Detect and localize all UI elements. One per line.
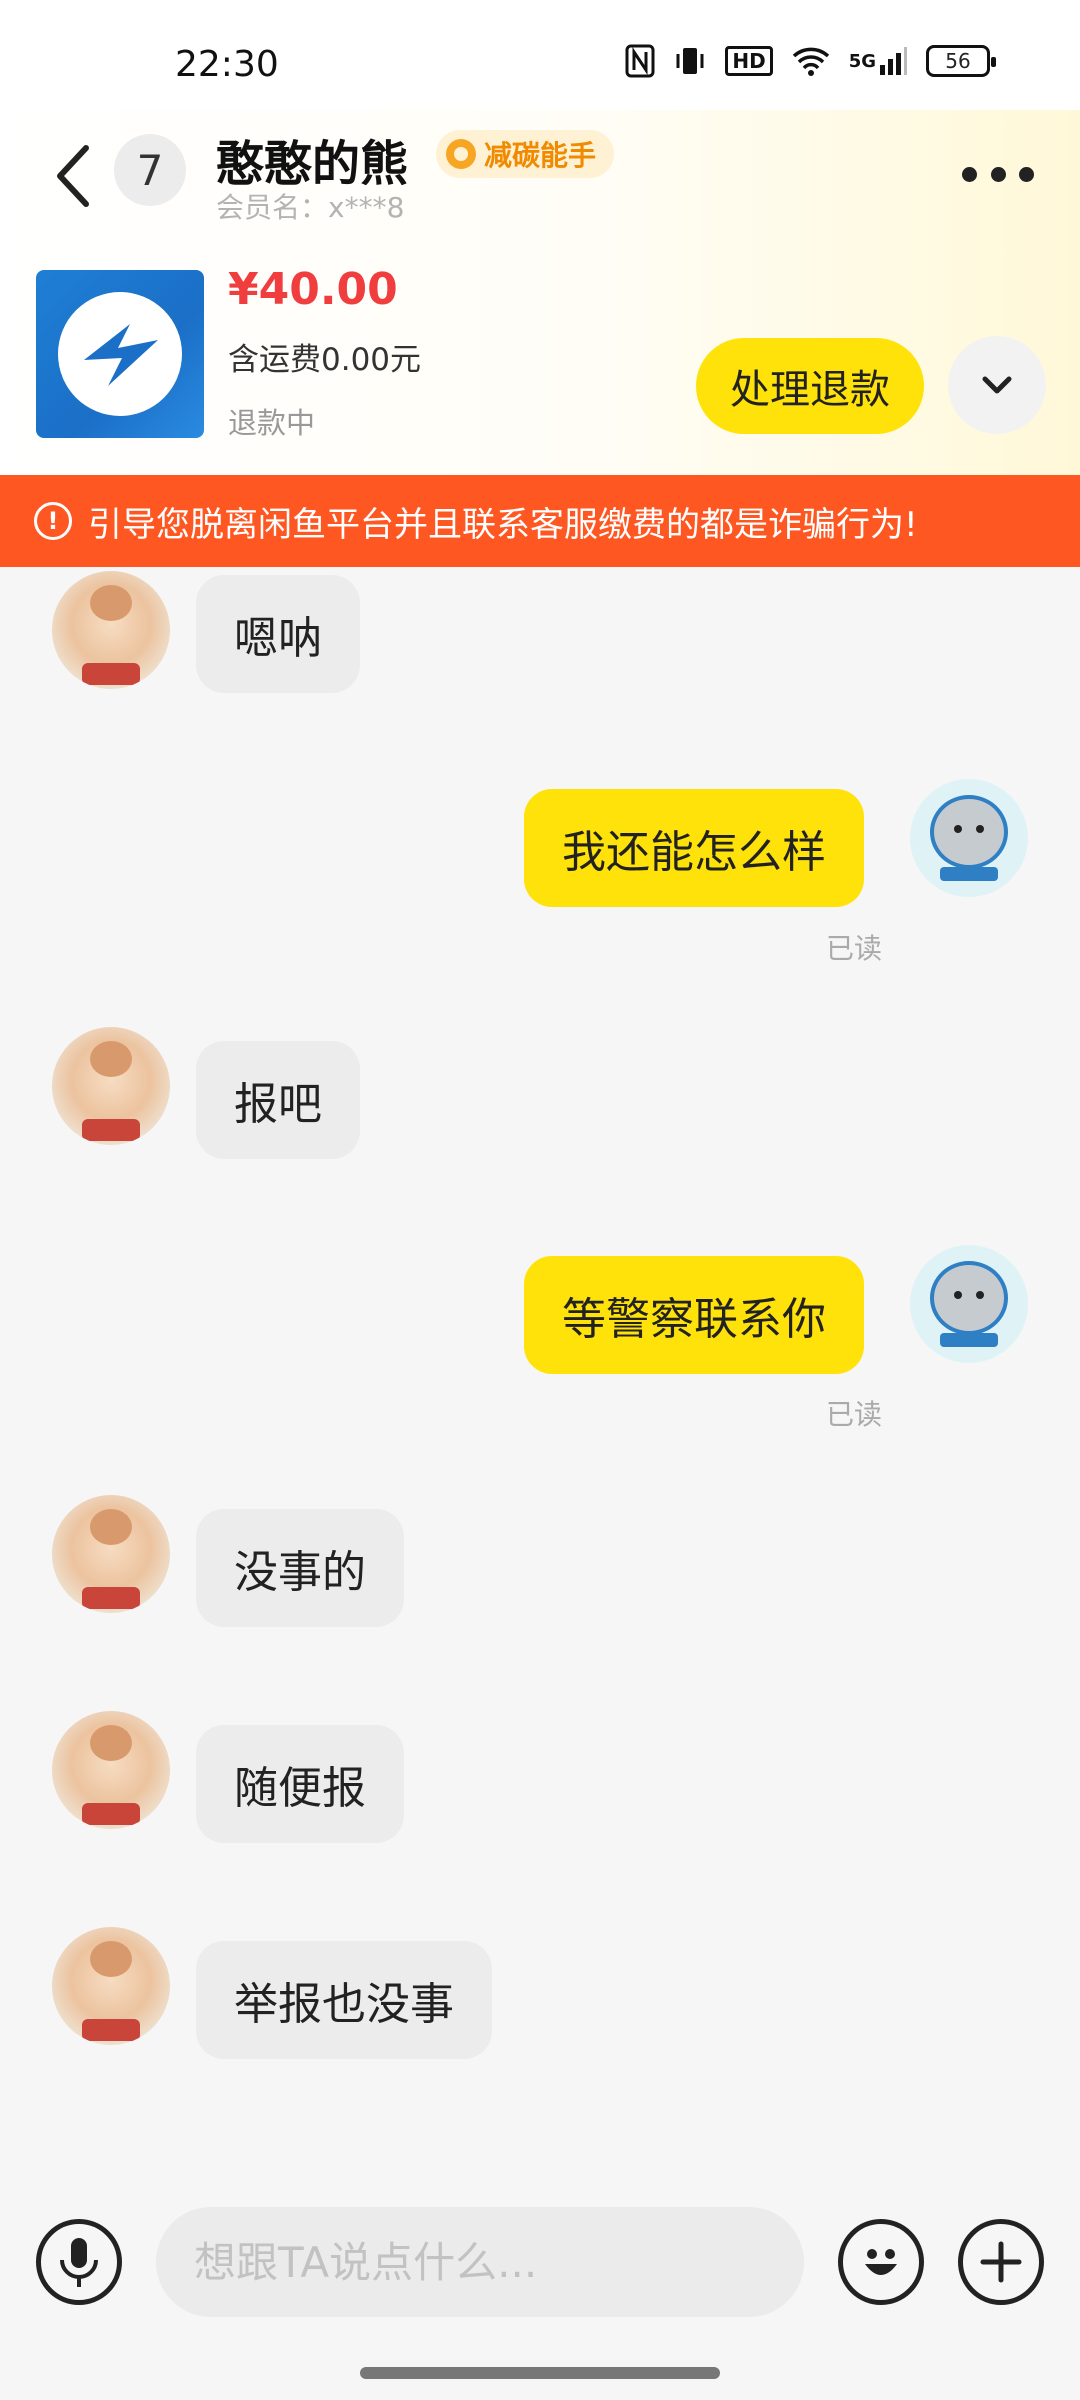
avatar-base: [940, 1333, 998, 1347]
handle-refund-button[interactable]: 处理退款: [696, 338, 924, 434]
microphone-icon: [60, 2238, 98, 2287]
home-indicator[interactable]: [360, 2367, 720, 2379]
plus-icon: [980, 2241, 1022, 2283]
message-bubble-outgoing[interactable]: 等警察联系你: [524, 1256, 864, 1374]
network-type-label: 5G: [848, 50, 876, 72]
fraud-warning-text: 引导您脱离闲鱼平台并且联系客服缴费的都是诈骗行为!: [88, 504, 918, 545]
message-bubble-incoming[interactable]: 随便报: [196, 1725, 404, 1843]
status-icons: HD 5G 56: [625, 44, 996, 78]
hd-icon: HD: [725, 46, 773, 76]
my-avatar[interactable]: [910, 779, 1028, 897]
dot-icon: [1019, 166, 1034, 182]
avatar-cat: [930, 1261, 1008, 1335]
add-button[interactable]: [958, 2219, 1044, 2305]
avatar-face: [90, 1509, 132, 1545]
dot-icon: [990, 166, 1006, 182]
avatar-shorts: [82, 1119, 140, 1141]
avatar-eye: [954, 1291, 962, 1299]
message-bubble-incoming[interactable]: 嗯呐: [196, 575, 360, 693]
read-status: 已读: [826, 1398, 883, 1431]
seller-avatar[interactable]: [52, 1711, 170, 1829]
status-time: 22:30: [175, 44, 279, 85]
seller-avatar[interactable]: [52, 1027, 170, 1145]
message-bubble-incoming[interactable]: 报吧: [196, 1041, 360, 1159]
chevron-down-icon: [982, 376, 1012, 394]
avatar-shorts: [82, 1803, 140, 1825]
my-avatar[interactable]: [910, 1245, 1028, 1363]
voice-button[interactable]: [36, 2219, 122, 2305]
message-bubble-outgoing[interactable]: 我还能怎么样: [524, 789, 864, 907]
avatar-face: [90, 585, 132, 621]
product-thumbnail[interactable]: [36, 270, 204, 438]
nfc-icon: [625, 44, 655, 78]
message-bubble-incoming[interactable]: 举报也没事: [196, 1941, 492, 2059]
battery-icon: 56: [926, 45, 996, 77]
message-list[interactable]: 嗯呐 我还能怎么样 已读 报吧 等警察联系你 已读 没事的 随便报 举报也没事: [0, 567, 1080, 2187]
input-bar: [0, 2187, 1080, 2400]
avatar-shorts: [82, 2019, 140, 2041]
expand-button[interactable]: [948, 336, 1046, 434]
unread-count-badge[interactable]: 7: [114, 134, 186, 206]
signal-5g-icon: 5G: [849, 44, 908, 78]
chat-header: 7 憨憨的熊 减碳能手 会员名：x***8 ¥40.00 含运费0.00元 退款…: [0, 110, 1080, 475]
shipping-info: 含运费0.00元: [228, 342, 422, 378]
avatar-eye: [976, 825, 984, 833]
dot-icon: [962, 166, 977, 182]
avatar-shorts: [82, 663, 140, 685]
avatar-eye: [954, 825, 962, 833]
vibrate-icon: [673, 44, 707, 78]
read-status: 已读: [826, 932, 883, 965]
bolt-icon: [84, 324, 158, 386]
avatar-face: [90, 1725, 132, 1761]
avatar-eye: [976, 1291, 984, 1299]
message-bubble-incoming[interactable]: 没事的: [196, 1509, 404, 1627]
chevron-left-icon: [57, 145, 89, 207]
more-options-button[interactable]: [962, 154, 1034, 194]
wifi-icon: [791, 44, 831, 78]
avatar-face: [90, 1041, 132, 1077]
avatar-shorts: [82, 1587, 140, 1609]
seller-avatar[interactable]: [52, 571, 170, 689]
carbon-badge[interactable]: 减碳能手: [436, 130, 615, 178]
avatar-base: [940, 867, 998, 881]
alert-icon: !: [34, 502, 72, 540]
fraud-warning-banner: ! 引导您脱离闲鱼平台并且联系客服缴费的都是诈骗行为!: [0, 475, 1080, 567]
product-price: ¥40.00: [228, 264, 398, 315]
leaf-icon: [446, 139, 476, 169]
seller-avatar[interactable]: [52, 1927, 170, 2045]
smiley-icon: [865, 2249, 897, 2275]
avatar-cat: [930, 795, 1008, 869]
refund-status: 退款中: [228, 406, 316, 440]
seller-avatar[interactable]: [52, 1495, 170, 1613]
avatar-face: [90, 1941, 132, 1977]
back-button[interactable]: [46, 136, 106, 216]
emoji-button[interactable]: [838, 2219, 924, 2305]
status-bar: 22:30 HD 5G 56: [0, 0, 1080, 110]
contact-name[interactable]: 憨憨的熊: [216, 124, 408, 194]
message-input[interactable]: [156, 2207, 804, 2317]
carbon-badge-label: 减碳能手: [484, 139, 597, 172]
member-name: 会员名：x***8: [216, 191, 405, 224]
